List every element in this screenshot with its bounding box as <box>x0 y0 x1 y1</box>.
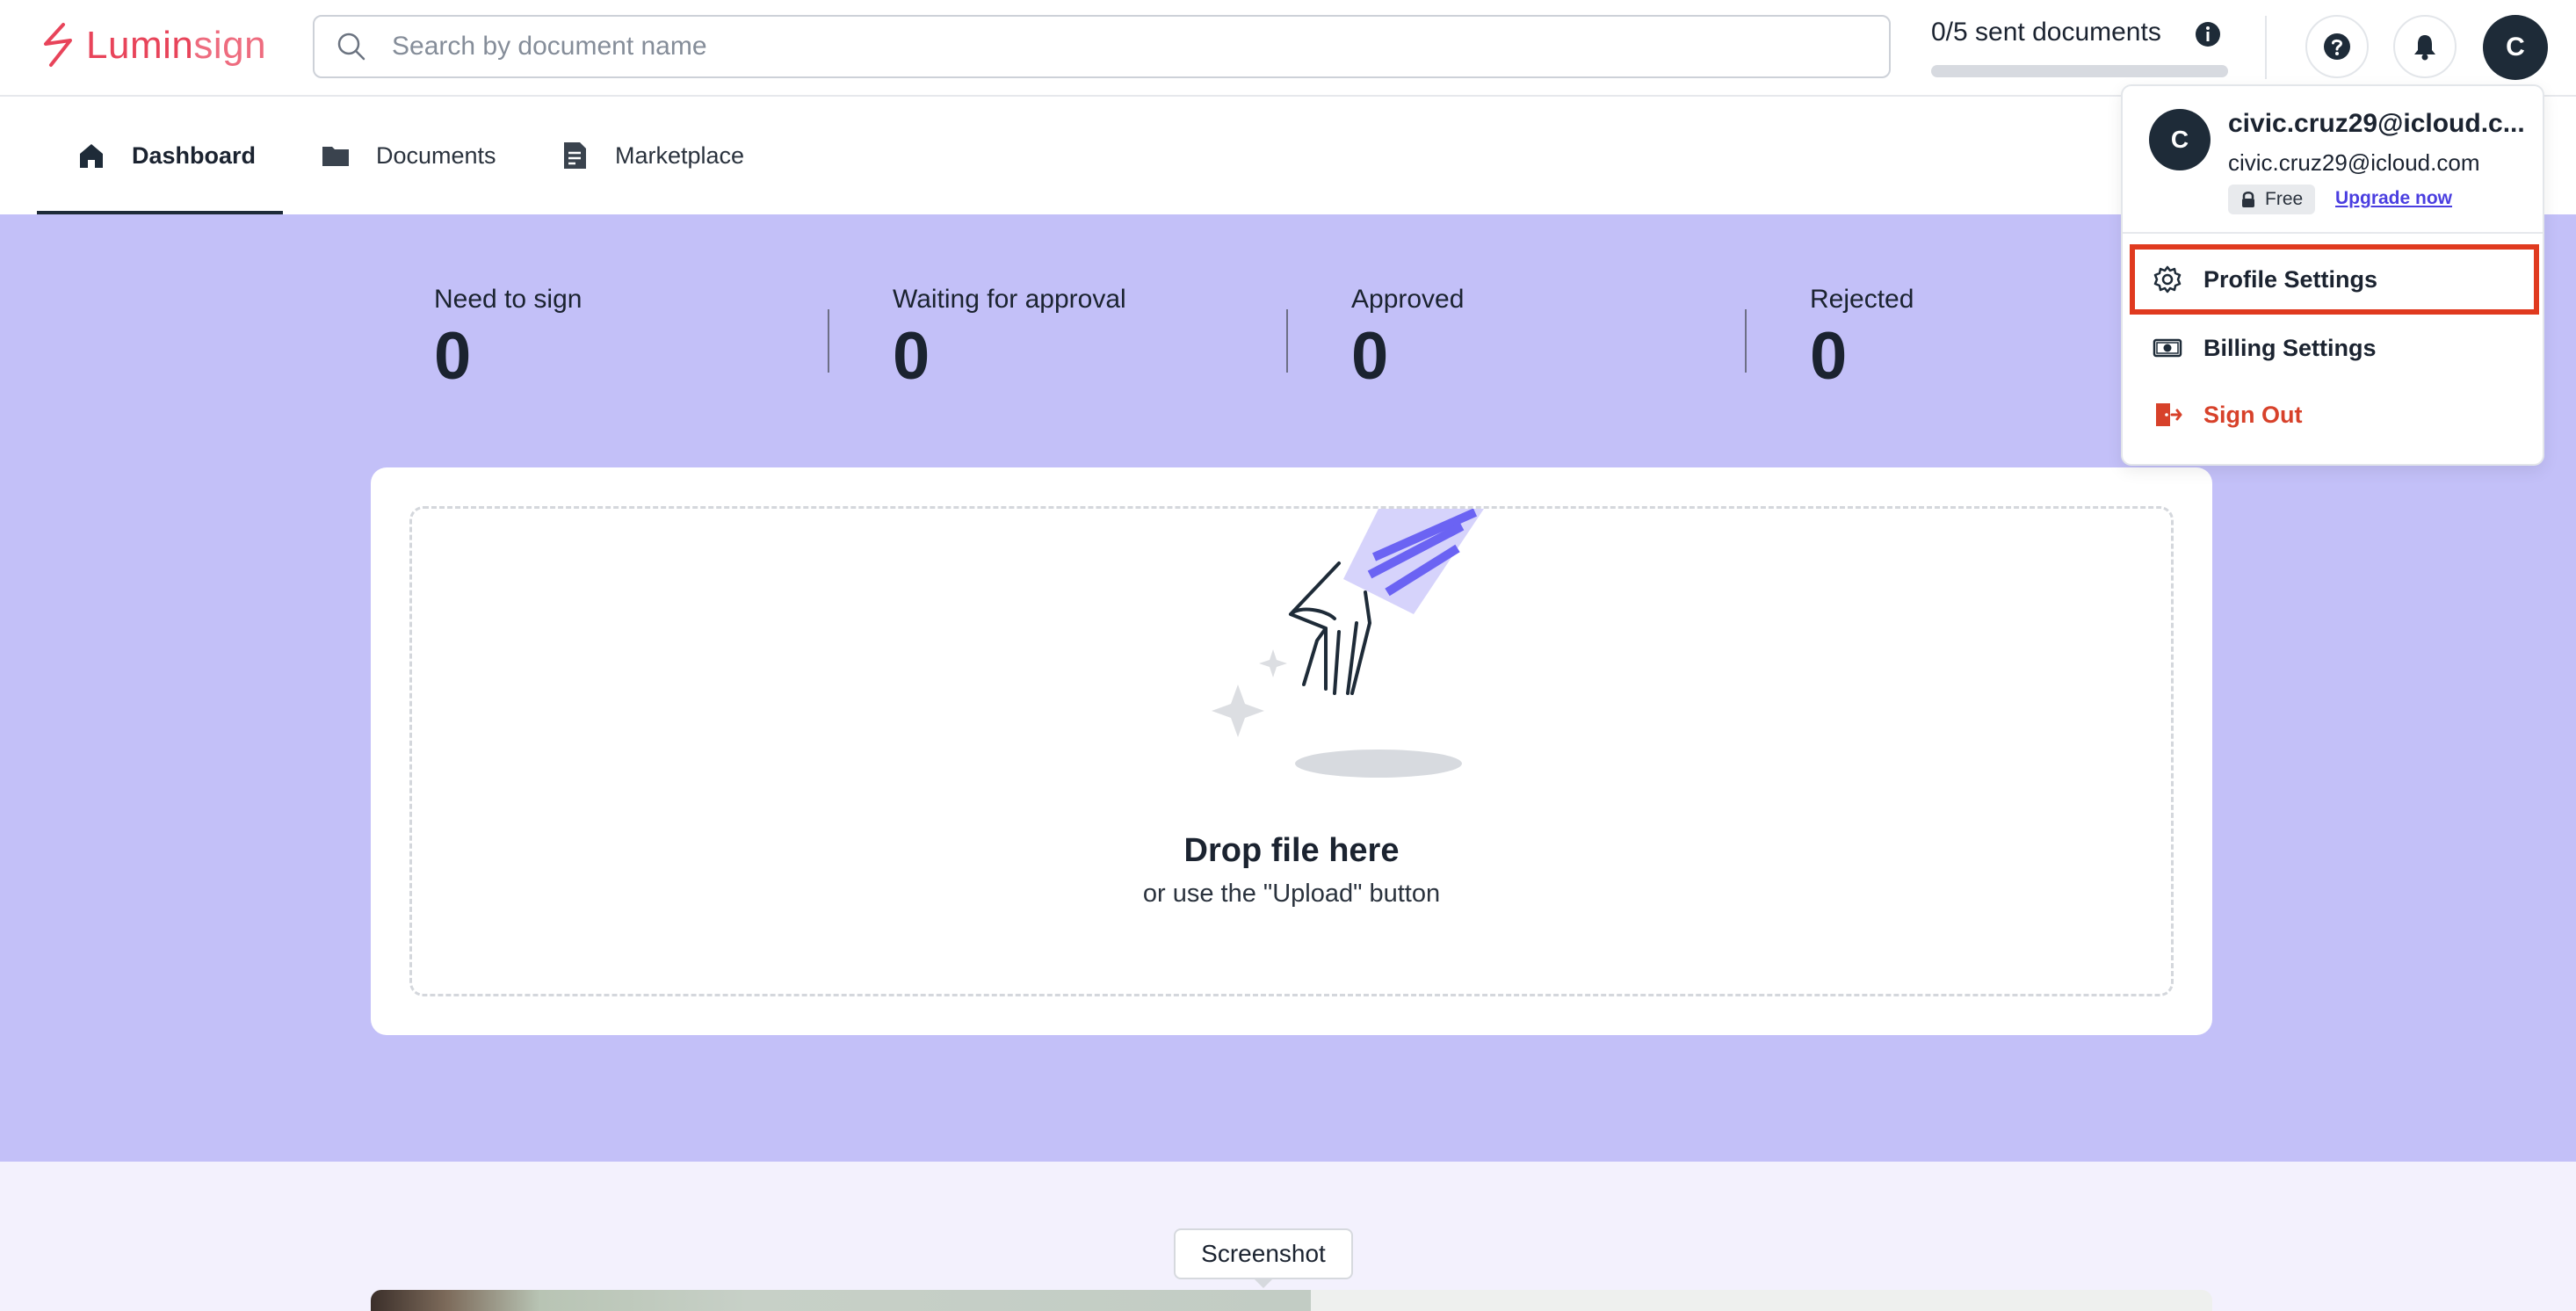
stat-label: Need to sign <box>434 285 582 314</box>
sign-out-menu-item[interactable]: Sign Out <box>2130 380 2539 450</box>
tab-marketplace[interactable]: Marketplace <box>559 97 744 214</box>
account-email: civic.cruz29@icloud.com <box>2228 149 2480 176</box>
folder-icon <box>322 147 349 166</box>
help-circle-icon <box>2324 33 2350 60</box>
stat-divider <box>828 309 829 373</box>
stat-label: Waiting for approval <box>893 285 1126 314</box>
stat-value: 0 <box>434 319 472 394</box>
account-menu: C civic.cruz29@icloud.c... civic.cruz29@… <box>2121 84 2544 466</box>
home-icon <box>80 144 103 168</box>
search-icon <box>337 33 365 61</box>
stat-waiting-for-approval[interactable]: Waiting for approval 0 <box>893 285 1126 390</box>
avatar-initial: C <box>2506 33 2525 62</box>
sent-documents-progress-bar <box>1931 65 2228 77</box>
notifications-button[interactable] <box>2393 15 2457 78</box>
drop-title: Drop file here <box>1183 832 1400 869</box>
stat-approved[interactable]: Approved 0 <box>1351 285 1464 390</box>
tooltip-arrow <box>1253 1278 1274 1288</box>
stat-value: 0 <box>893 319 930 394</box>
top-header: Luminsign 0/5 sent documents <box>0 0 2576 97</box>
plan-label: Free <box>2265 189 2304 209</box>
account-avatar-button[interactable]: C <box>2483 15 2548 80</box>
billing-settings-menu-item[interactable]: Billing Settings <box>2130 313 2539 383</box>
stat-value: 0 <box>1810 319 1848 394</box>
document-icon <box>564 142 586 169</box>
banknote-icon <box>2153 338 2182 358</box>
gear-icon <box>2153 265 2182 293</box>
stat-value: 0 <box>1351 319 1389 394</box>
hand-drop-illustration-icon <box>1212 509 1484 778</box>
header-divider <box>2265 16 2267 79</box>
tab-label: Documents <box>376 141 496 169</box>
account-name: civic.cruz29@icloud.c... <box>2228 109 2525 138</box>
info-icon[interactable] <box>2193 19 2223 49</box>
bell-icon <box>2414 35 2435 61</box>
stat-need-to-sign[interactable]: Need to sign 0 <box>434 285 582 390</box>
profile-settings-menu-item[interactable]: Profile Settings <box>2130 244 2539 315</box>
stat-divider <box>1286 309 1288 373</box>
stat-label: Approved <box>1351 285 1465 314</box>
preview-image <box>371 1290 1311 1311</box>
tab-label: Dashboard <box>132 141 257 169</box>
upgrade-now-link[interactable]: Upgrade now <box>2335 188 2452 209</box>
stat-label: Rejected <box>1810 285 1914 314</box>
menu-item-label: Sign Out <box>2203 401 2303 428</box>
logo-text: Luminsign <box>86 24 267 67</box>
stat-divider <box>1745 309 1747 373</box>
upload-card: Drop file here or use the "Upload" butto… <box>371 467 2212 1035</box>
file-drop-zone[interactable]: Drop file here or use the "Upload" butto… <box>409 506 2174 996</box>
search-bar[interactable] <box>313 15 1891 78</box>
content-preview-card[interactable] <box>371 1290 2212 1311</box>
lock-icon <box>2242 192 2254 207</box>
tab-documents[interactable]: Documents <box>320 97 496 214</box>
menu-avatar: C <box>2149 109 2211 170</box>
menu-divider <box>2123 232 2543 234</box>
tab-label: Marketplace <box>615 141 745 169</box>
screenshot-tooltip: Screenshot <box>1174 1228 1353 1279</box>
sent-documents-label: 0/5 sent documents <box>1931 18 2161 47</box>
luminsign-logo-mark-icon <box>44 23 72 67</box>
tooltip-label: Screenshot <box>1201 1240 1326 1267</box>
tab-dashboard[interactable]: Dashboard <box>76 97 256 214</box>
menu-item-label: Billing Settings <box>2203 334 2377 361</box>
sent-documents-counter: 0/5 sent documents <box>1931 18 2230 77</box>
plan-badge: Free <box>2228 185 2316 214</box>
search-input[interactable] <box>392 32 1798 62</box>
sign-out-icon <box>2156 403 2182 426</box>
help-button[interactable] <box>2305 15 2369 78</box>
drop-subtitle: or use the "Upload" button <box>1142 880 1441 908</box>
luminsign-logo[interactable]: Luminsign <box>37 19 266 72</box>
menu-avatar-initial: C <box>2170 126 2189 153</box>
menu-item-label: Profile Settings <box>2203 265 2378 293</box>
stat-rejected[interactable]: Rejected 0 <box>1810 285 1914 390</box>
